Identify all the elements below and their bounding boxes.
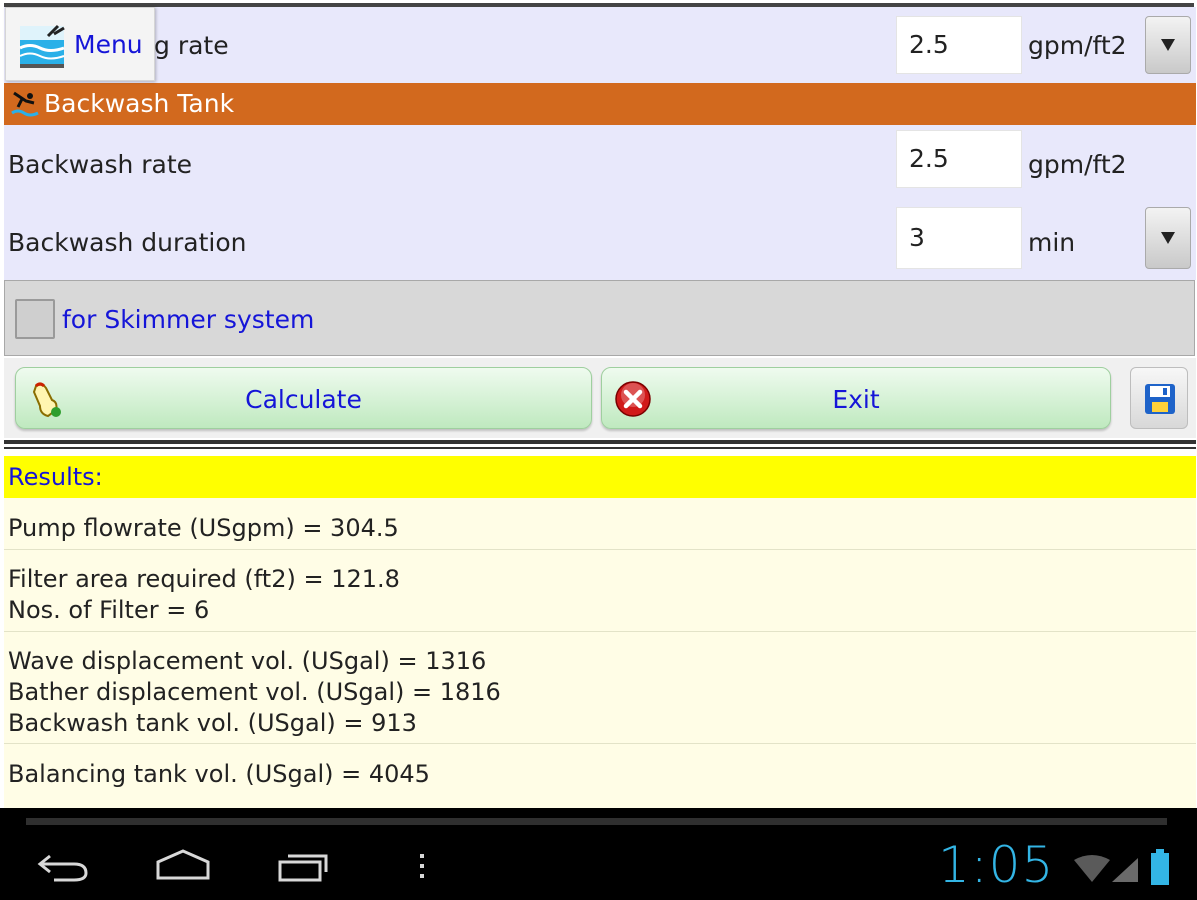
backwash-duration-input[interactable]: 3 (896, 207, 1022, 269)
backwash-rate-row: Backwash rate 2.5 gpm/ft2 (4, 125, 1196, 203)
result-group: Wave displacement vol. (USgal) = 1316 Ba… (4, 632, 1196, 744)
backwash-rate-unit: gpm/ft2 (1028, 150, 1127, 179)
menu-label: Menu (74, 30, 143, 59)
menu-button[interactable]: Menu (5, 7, 155, 81)
calculate-label: Calculate (245, 385, 362, 414)
skimmer-row: for Skimmer system (4, 280, 1195, 356)
result-group: Pump flowrate (USgpm) = 304.5 (4, 498, 1196, 550)
results-header: Results: (4, 456, 1196, 498)
result-line: Bather displacement vol. (USgal) = 1816 (8, 678, 501, 706)
wifi-icon (1074, 855, 1110, 882)
floppy-disk-icon (1145, 384, 1175, 414)
button-bar: Calculate Exit (4, 358, 1196, 438)
overflow-menu-icon[interactable] (416, 852, 428, 882)
save-button[interactable] (1130, 367, 1188, 429)
backwash-rate-input[interactable]: 2.5 (896, 130, 1022, 188)
result-line: Wave displacement vol. (USgal) = 1316 (8, 647, 487, 675)
backwash-duration-row: Backwash duration 3 min (4, 203, 1196, 280)
result-group: Filter area required (ft2) = 121.8 Nos. … (4, 550, 1196, 632)
signal-icon (1112, 858, 1138, 882)
skimmer-label[interactable]: for Skimmer system (62, 305, 314, 334)
section-title: Backwash Tank (44, 89, 235, 118)
exit-label: Exit (832, 385, 880, 414)
home-icon[interactable] (154, 848, 212, 882)
divider (4, 447, 1196, 449)
result-line: Filter area required (ft2) = 121.8 (8, 565, 400, 593)
loading-rate-unit: gpm/ft2 (1028, 31, 1127, 60)
loading-rate-row: g rate 2.5 gpm/ft2 (4, 7, 1196, 83)
exit-button[interactable]: Exit (601, 367, 1111, 429)
nav-divider (26, 818, 1167, 825)
loading-rate-input[interactable]: 2.5 (896, 16, 1022, 74)
recent-apps-icon[interactable] (276, 850, 330, 884)
loading-rate-label: g rate (154, 30, 229, 60)
back-icon[interactable] (36, 852, 90, 882)
results-title: Results: (8, 463, 103, 491)
pool-menu-icon (19, 24, 65, 68)
calculate-button[interactable]: Calculate (15, 367, 592, 429)
status-clock: 1:05 (938, 836, 1055, 894)
divider (4, 440, 1196, 444)
system-nav-bar: 1:05 (0, 808, 1197, 900)
backwash-duration-dropdown[interactable] (1145, 207, 1191, 269)
chevron-down-icon (1161, 232, 1175, 244)
result-line: Backwash tank vol. (USgal) = 913 (8, 709, 417, 737)
skimmer-checkbox[interactable] (15, 299, 55, 339)
section-header-backwash-tank: Backwash Tank (4, 83, 1196, 125)
result-line: Nos. of Filter = 6 (8, 596, 210, 624)
result-line: Pump flowrate (USgpm) = 304.5 (8, 514, 399, 542)
chevron-down-icon (1161, 39, 1175, 51)
swimmer-icon (11, 91, 39, 117)
result-group: Balancing tank vol. (USgal) = 4045 (4, 744, 1196, 808)
battery-icon (1151, 849, 1169, 885)
backwash-duration-label: Backwash duration (8, 228, 247, 257)
loading-rate-dropdown[interactable] (1145, 16, 1191, 74)
result-line: Balancing tank vol. (USgal) = 4045 (8, 760, 430, 788)
app-screen: g rate 2.5 gpm/ft2 Menu Backwash Tank Ba… (0, 0, 1197, 808)
backwash-rate-label: Backwash rate (8, 150, 193, 179)
backwash-duration-unit: min (1028, 228, 1076, 257)
